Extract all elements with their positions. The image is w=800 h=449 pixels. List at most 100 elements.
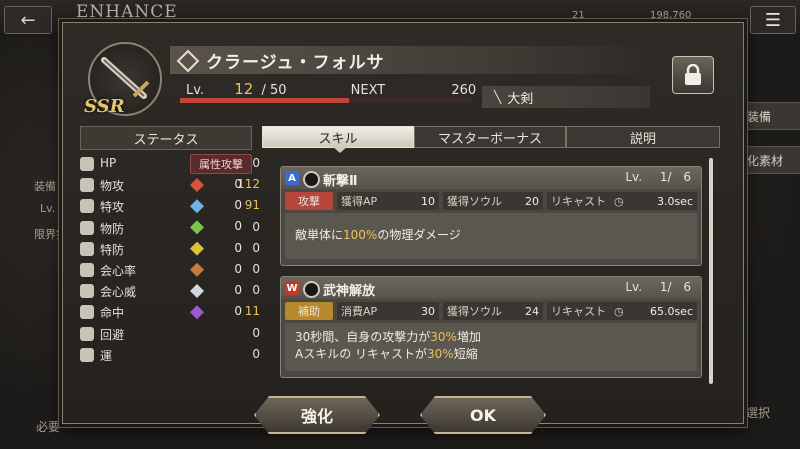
skill-icon <box>303 281 320 298</box>
tab-master-bonus[interactable]: マスターボーナス <box>414 126 566 148</box>
stat-label: 会心威 <box>100 285 137 300</box>
weapon-type: ╲ 大剣 <box>482 86 650 108</box>
element-value: 0 <box>234 283 242 297</box>
element-icon <box>190 262 204 277</box>
element-value: 0 <box>234 240 242 255</box>
weapon-type-label: 大剣 <box>507 91 534 107</box>
lv-value: 12 <box>234 80 254 98</box>
element-icon <box>190 284 204 298</box>
stat-label: 回避 <box>100 327 125 342</box>
recast-cell: リキャスト ◷ 65.0sec <box>547 302 697 320</box>
stat-icon <box>80 157 94 171</box>
skill-level: Lv. 1/ 6 <box>625 280 691 294</box>
stat-icon <box>80 241 94 256</box>
next-value: 260 <box>451 83 477 98</box>
skill-list-scrollbar[interactable] <box>709 158 713 384</box>
stat-label: 会心率 <box>100 264 137 278</box>
ap-cell: 消費AP 30 <box>337 302 439 320</box>
stat-icon <box>80 178 94 193</box>
lock-button[interactable] <box>672 56 714 94</box>
element-value: 0 <box>234 198 242 213</box>
stat-icon <box>80 263 94 277</box>
element-icon <box>190 220 204 235</box>
skill-level: Lv. 1/ 6 <box>625 170 691 184</box>
stat-label: 物防 <box>100 221 125 236</box>
xp-bar-fill <box>180 98 350 103</box>
recast-cell: リキャスト ◷ 3.0sec <box>547 192 697 210</box>
xp-bar <box>180 98 472 103</box>
ok-button[interactable]: OK <box>420 396 546 434</box>
currency-b: 198,760 <box>650 10 692 21</box>
screen-title: ENHANCE <box>76 2 178 22</box>
bg-label-1: 装備 <box>34 180 56 193</box>
stat-label: 特防 <box>100 242 125 257</box>
stat-label: HP <box>100 156 117 170</box>
soul-cell: 獲得ソウル 24 <box>443 302 543 320</box>
tab-caret-icon <box>332 146 348 153</box>
skill-category: 補助 <box>285 302 333 320</box>
element-row: 0 <box>190 239 250 260</box>
skill-description: 敵単体に100%の物理ダメージ <box>285 213 697 259</box>
bottom-left-label: 必要 <box>36 420 61 434</box>
skill-icon <box>303 171 320 188</box>
weapon-name-bar: クラージュ・フォルサ <box>170 46 650 74</box>
weapon-name: クラージュ・フォルサ <box>206 52 385 73</box>
stat-icon <box>80 347 94 362</box>
stat-label: 特攻 <box>100 200 125 215</box>
level-row: Lv. 12 / 50 NEXT 260 <box>186 80 476 98</box>
element-value: 0 <box>234 219 242 234</box>
lv-label: Lv. <box>186 83 205 98</box>
back-button[interactable]: ← <box>4 6 52 34</box>
bg-label-2: Lv. <box>40 202 56 215</box>
skill-name: 武神解放 <box>323 284 376 299</box>
stat-label: 運 <box>100 348 113 363</box>
stat-icon <box>80 326 94 341</box>
element-row: 0 <box>190 260 250 281</box>
skill-type-badge: A <box>285 171 299 185</box>
skill-description: 30秒間、自身の攻撃力が30%増加 Aスキルの リキャストが30%短縮 <box>285 323 697 371</box>
stat-row: 回避 0 <box>80 324 260 345</box>
skill-name: 斬撃Ⅱ <box>323 174 358 189</box>
skill-card-2: W 武神解放 Lv. 1/ 6 補助 消費AP 30 獲得ソウル 24 リキャスト ◷… <box>280 276 702 378</box>
bottom-right-label: 選択 <box>746 406 771 420</box>
element-value: 0 <box>234 261 242 276</box>
stat-label: 物攻 <box>100 179 125 194</box>
tab-description[interactable]: 説明 <box>566 126 720 148</box>
next-label: NEXT <box>350 83 386 98</box>
element-icon <box>190 178 204 192</box>
element-row: 0 <box>190 281 250 302</box>
back-arrow-icon: ← <box>20 9 36 31</box>
lock-icon <box>685 64 701 85</box>
soul-cell: 獲得ソウル 20 <box>443 192 543 210</box>
status-header: ステータス <box>80 126 252 150</box>
element-icon <box>190 305 204 320</box>
element-icon <box>190 241 204 256</box>
element-row: 0 <box>190 302 250 323</box>
ap-cell: 獲得AP 10 <box>337 192 439 210</box>
rarity-label: SSR <box>84 96 125 117</box>
stat-icon <box>80 199 94 214</box>
skill-type-badge: W <box>285 281 299 295</box>
element-value: 0 <box>234 304 242 319</box>
skill-category: 攻撃 <box>285 192 333 210</box>
currency-a: 21 <box>572 10 585 21</box>
stat-label: 命中 <box>100 306 125 321</box>
skill-card-1: A 斬撃Ⅱ Lv. 1/ 6 攻撃 獲得AP 10 獲得ソウル 20 リキャスト ◷ 3… <box>280 166 702 266</box>
stat-icon <box>80 220 94 235</box>
stat-row: 運0 <box>80 345 260 366</box>
menu-icon: ☰ <box>764 9 782 31</box>
tab-skill[interactable]: スキル <box>262 126 414 148</box>
menu-button[interactable]: ☰ <box>750 6 796 34</box>
clock-icon: ◷ <box>614 194 624 208</box>
side-button-equip[interactable]: 装備 <box>738 102 800 130</box>
stat-icon <box>80 305 94 320</box>
element-icon <box>190 199 204 214</box>
element-attack-header: 属性攻撃 <box>190 154 252 174</box>
diamond-icon <box>176 49 200 73</box>
element-row: 0 <box>190 217 250 238</box>
element-row: 0 <box>190 175 250 196</box>
element-row: 0 <box>190 196 250 217</box>
side-button-material[interactable]: 化素材 <box>738 146 800 174</box>
lv-max: / 50 <box>261 83 287 98</box>
enhance-button[interactable]: 強化 <box>254 396 380 434</box>
